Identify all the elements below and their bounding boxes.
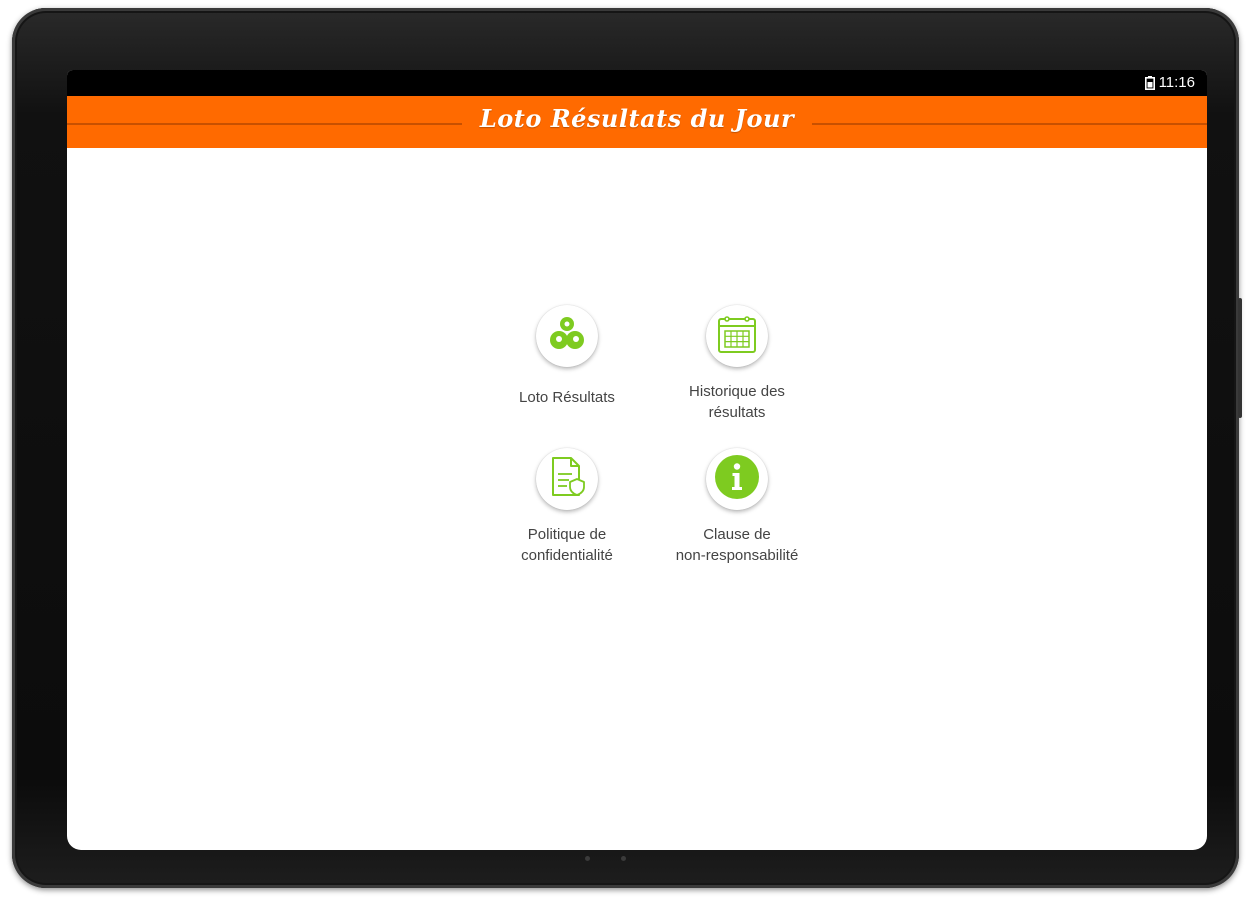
- hardware-nav: [12, 852, 1239, 868]
- sensor-dot: [585, 856, 590, 861]
- lottery-balls-icon: [547, 314, 587, 359]
- menu-item-icon-circle: [706, 305, 768, 367]
- app-title: Loto Résultats du Jour: [479, 104, 795, 133]
- battery-icon: [1144, 75, 1155, 90]
- status-time: 11:16: [1158, 74, 1195, 91]
- document-shield-icon: [547, 455, 587, 504]
- menu-item-icon-circle: [536, 448, 598, 510]
- menu-item-label: Clause de non-responsabilité: [675, 526, 799, 564]
- menu-item-label: Historique des résultats: [689, 383, 785, 421]
- side-button: [1238, 298, 1242, 418]
- menu-item-icon-circle: [536, 305, 598, 367]
- app-bar: Loto Résultats du Jour: [67, 96, 1207, 148]
- calendar-icon: [715, 312, 759, 361]
- status-bar: 11:16: [67, 70, 1207, 96]
- menu-item-icon-circle: [706, 448, 768, 510]
- camera-dot: [621, 856, 626, 861]
- menu-item-label: Loto Résultats: [519, 389, 615, 406]
- status-indicators: 11:16: [1144, 74, 1195, 91]
- tablet-frame: 11:16 Loto Résultats du Jour Loto Résult…: [12, 8, 1242, 888]
- screen: 11:16 Loto Résultats du Jour Loto Résult…: [67, 70, 1207, 850]
- menu-item-label: Politique de confidentialité: [521, 526, 613, 564]
- menu-item-clause[interactable]: Clause de non-responsabilité: [652, 448, 822, 566]
- info-icon: [714, 454, 760, 505]
- menu-item-politique[interactable]: Politique de confidentialité: [482, 448, 652, 566]
- menu-item-loto-resultats[interactable]: Loto Résultats: [482, 305, 652, 408]
- menu-item-historique[interactable]: Historique des résultats: [652, 305, 822, 423]
